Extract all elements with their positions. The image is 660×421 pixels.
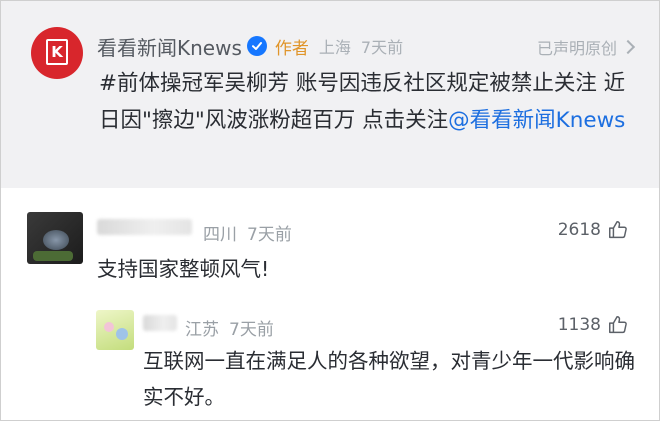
thumbs-up-icon xyxy=(609,221,627,239)
comment-location: 四川 xyxy=(203,225,237,245)
knews-logo-icon: K xyxy=(46,39,68,65)
commenter-avatar[interactable] xyxy=(27,212,83,264)
weibo-post-screenshot: K 看看新闻Knews 作者 上海 7天前 已声明原创 #前体操冠军吴柳芳 账号… xyxy=(0,0,660,421)
author-tag: 作者 xyxy=(274,38,309,59)
post-time: 7天前 xyxy=(360,38,404,57)
comment-text: 支持国家整顿风气! xyxy=(97,257,270,281)
avatar-image xyxy=(104,322,114,332)
author-line: 看看新闻Knews 作者 上海 7天前 xyxy=(97,31,403,61)
like-count: 1138 xyxy=(557,315,601,335)
reply-time: 7天前 xyxy=(229,320,274,340)
chevron-right-icon xyxy=(620,39,636,55)
post-location: 上海 xyxy=(318,38,351,57)
thumbs-up-icon xyxy=(609,316,627,334)
verified-badge-icon xyxy=(246,36,267,56)
mention-link[interactable]: @看看新闻Knews xyxy=(448,108,625,133)
reply-location: 江苏 xyxy=(185,320,219,340)
replier-avatar[interactable] xyxy=(96,310,134,350)
avatar-image-detail xyxy=(116,328,128,340)
like-button[interactable]: 2618 xyxy=(558,219,629,241)
original-declaration-link[interactable]: 已声明原创 xyxy=(536,35,636,59)
like-count: 2618 xyxy=(557,220,601,240)
like-button[interactable]: 1138 xyxy=(558,314,629,336)
post-card: K 看看新闻Knews 作者 上海 7天前 已声明原创 #前体操冠军吴柳芳 账号… xyxy=(1,1,659,188)
author-name[interactable]: 看看新闻Knews xyxy=(97,32,242,61)
commenter-name-redacted xyxy=(97,219,192,235)
replier-name-redacted xyxy=(143,315,177,331)
avatar-image-detail xyxy=(33,251,73,261)
post-body: #前体操冠军吴柳芳 账号因违反社区规定被禁止关注 近日因"擦边"风波涨粉超百万 … xyxy=(99,65,639,139)
knews-logo-avatar[interactable]: K xyxy=(31,27,83,79)
original-label: 已声明原创 xyxy=(536,39,617,58)
avatar-image xyxy=(43,230,69,250)
comment-time: 7天前 xyxy=(247,225,292,245)
reply-text: 互联网一直在满足人的各种欲望，对青少年一代影响确实不好。 xyxy=(143,349,635,409)
